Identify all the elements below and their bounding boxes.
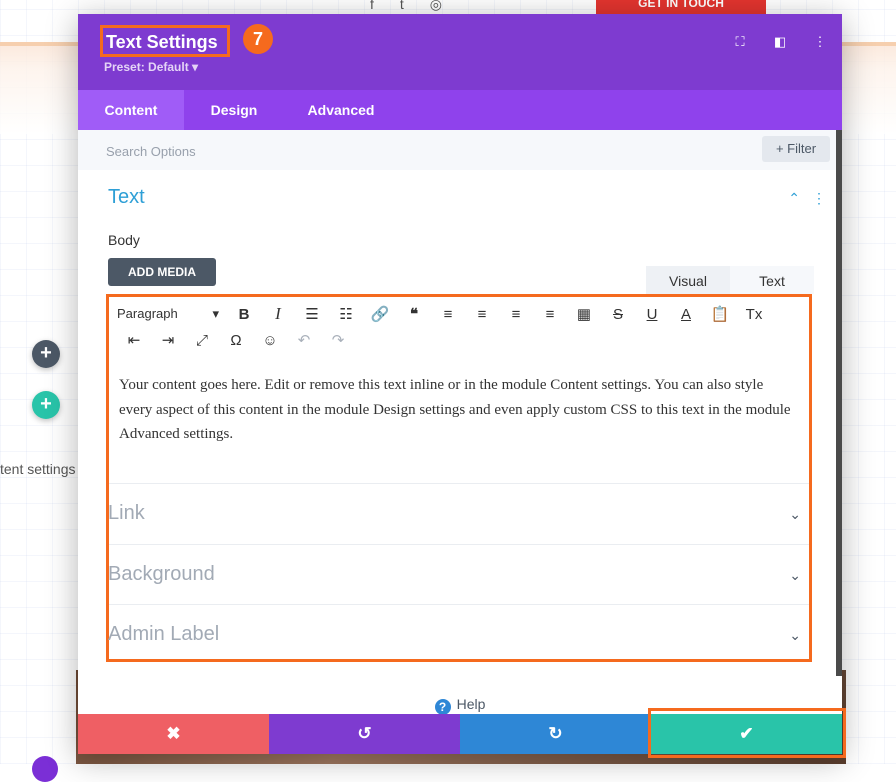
emoji-icon[interactable]: ☺ [253, 332, 287, 349]
modal-header[interactable]: Text Settings 7 Preset: Default ▾ ⛶ ◧ ⋮ [78, 14, 842, 90]
section-link-label: Link [108, 502, 145, 524]
editor-highlight: Paragraph ▾ B I ☰ ☷ 🔗 ❝ ≡ ≡ ≡ ≡ ▦ S U A … [106, 294, 812, 662]
twitter-icon[interactable]: t [400, 0, 404, 13]
editor-body-text[interactable]: Your content goes here. Edit or remove t… [119, 373, 793, 447]
redo-icon[interactable]: ↷ [321, 331, 355, 349]
cta-button[interactable]: GET IN TOUCH [596, 0, 766, 14]
justify-icon[interactable]: ≡ [533, 306, 567, 323]
add-media-button[interactable]: ADD MEDIA [108, 258, 216, 286]
text-settings-modal: Text Settings 7 Preset: Default ▾ ⛶ ◧ ⋮ … [78, 14, 842, 754]
section-background[interactable]: Background ⌄ [108, 544, 809, 605]
outdent-icon[interactable]: ⇤ [117, 331, 151, 349]
preset-dropdown[interactable]: Preset: Default ▾ [104, 60, 198, 74]
instagram-icon[interactable]: ◎ [430, 0, 442, 13]
chevron-down-icon: ⌄ [789, 567, 801, 583]
content-panel: + Filter Text ⌃ ⋮ Body ADD MEDIA Visual … [78, 130, 842, 714]
editor-toolbar: Paragraph ▾ B I ☰ ☷ 🔗 ❝ ≡ ≡ ≡ ≡ ▦ S U A … [117, 301, 799, 353]
align-right-icon[interactable]: ≡ [499, 306, 533, 323]
chevron-down-icon: ⌄ [789, 506, 801, 522]
section-background-label: Background [108, 563, 215, 585]
save-highlight [648, 708, 846, 758]
background-text-fragment: tent settings [0, 461, 76, 477]
tab-content[interactable]: Content [78, 90, 184, 130]
undo-icon[interactable]: ↶ [287, 331, 321, 349]
format-select[interactable]: Paragraph ▾ [117, 306, 227, 322]
text-section-controls: ⌃ ⋮ [788, 190, 826, 207]
social-links: f t ◎ [370, 0, 442, 13]
more-options-icon[interactable]: ⋮ [812, 34, 828, 50]
section-link[interactable]: Link ⌄ [108, 483, 809, 544]
header-icons: ⛶ ◧ ⋮ [732, 34, 828, 50]
tab-advanced[interactable]: Advanced [284, 90, 398, 130]
numbered-list-icon[interactable]: ☷ [329, 305, 363, 323]
body-label: Body [108, 232, 140, 248]
underline-icon[interactable]: U [635, 306, 669, 323]
title-highlight: Text Settings 7 [100, 24, 273, 57]
text-color-icon[interactable]: A [669, 306, 703, 323]
tab-visual[interactable]: Visual [646, 266, 730, 294]
add-row-button[interactable]: + [32, 340, 60, 368]
bold-icon[interactable]: B [227, 306, 261, 323]
fullscreen-icon[interactable]: ⤢ [185, 332, 219, 349]
help-label: Help [456, 696, 486, 712]
align-left-icon[interactable]: ≡ [431, 306, 465, 323]
italic-icon[interactable]: I [261, 304, 295, 324]
filter-button[interactable]: + Filter [762, 136, 830, 162]
discard-button[interactable]: ✖ [78, 714, 269, 754]
modal-scrollbar[interactable] [836, 130, 842, 676]
settings-tabs: Content Design Advanced [78, 90, 842, 130]
editor-mode-tabs: Visual Text [646, 266, 814, 294]
step-badge: 7 [243, 24, 273, 54]
bullet-list-icon[interactable]: ☰ [295, 305, 329, 323]
undo-button[interactable]: ↺ [269, 714, 460, 754]
search-row: + Filter [78, 130, 842, 170]
modal-title: Text Settings [106, 32, 218, 52]
tab-design[interactable]: Design [184, 90, 284, 130]
link-icon[interactable]: 🔗 [363, 305, 397, 323]
background-circle [32, 756, 58, 782]
align-center-icon[interactable]: ≡ [465, 306, 499, 323]
paste-text-icon[interactable]: 📋 [703, 305, 737, 323]
redo-button[interactable]: ↻ [460, 714, 651, 754]
add-module-button[interactable]: + [32, 391, 60, 419]
table-icon[interactable]: ▦ [567, 305, 601, 323]
section-admin-label[interactable]: Admin Label ⌄ [108, 604, 809, 665]
search-options-input[interactable] [106, 140, 526, 162]
blockquote-icon[interactable]: ❝ [397, 305, 431, 323]
strikethrough-icon[interactable]: S [601, 306, 635, 323]
chevron-down-icon: ▾ [212, 306, 219, 321]
indent-icon[interactable]: ⇥ [151, 331, 185, 349]
section-more-icon[interactable]: ⋮ [812, 190, 826, 207]
chevron-down-icon: ⌄ [789, 627, 801, 643]
split-view-icon[interactable]: ◧ [772, 34, 788, 50]
chevron-up-icon[interactable]: ⌃ [788, 190, 800, 207]
section-admin-label-label: Admin Label [108, 623, 220, 645]
help-icon: ? [434, 699, 451, 715]
text-section-title[interactable]: Text [108, 186, 145, 209]
tab-text[interactable]: Text [730, 266, 814, 294]
facebook-icon[interactable]: f [370, 0, 374, 13]
expand-icon[interactable]: ⛶ [732, 34, 748, 50]
special-character-icon[interactable]: Ω [219, 332, 253, 349]
clear-formatting-icon[interactable]: Tx [737, 306, 771, 323]
